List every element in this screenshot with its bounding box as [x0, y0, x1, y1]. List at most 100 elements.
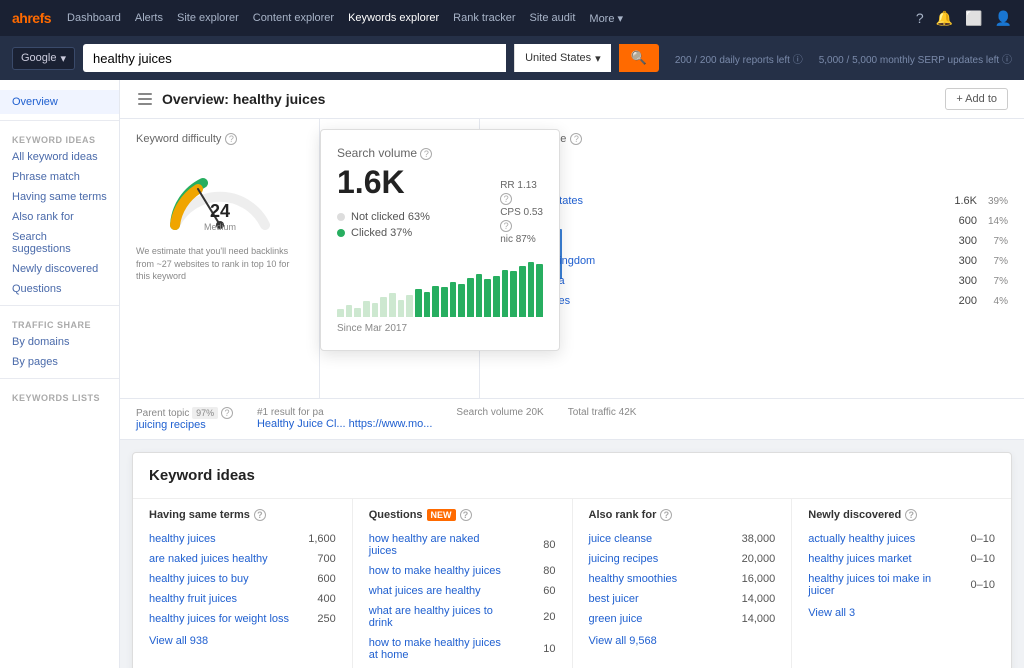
ki-keyword-link[interactable]: green juice: [589, 613, 643, 625]
ki-keyword-link[interactable]: healthy juices market: [808, 553, 911, 565]
rr-help-icon[interactable]: ?: [500, 193, 512, 205]
ki-row: are naked juices healthy 700: [149, 549, 336, 569]
country-pct: 7%: [983, 256, 1008, 267]
nav-more[interactable]: More ▾: [589, 12, 623, 25]
sidebar-item-also-rank-for[interactable]: Also rank for: [0, 207, 119, 227]
search-info-daily: 200 / 200 daily reports left ⓘ: [675, 51, 803, 66]
sidebar-item-search-suggestions[interactable]: Search suggestions: [0, 227, 119, 259]
hamburger-icon[interactable]: [136, 91, 154, 107]
ki-keyword-link[interactable]: are naked juices healthy: [149, 553, 268, 565]
parent-topic-result: #1 result for pa Healthy Juice Cl... htt…: [257, 407, 432, 431]
ki-view-all-link[interactable]: View all 938: [149, 629, 336, 653]
bell-icon[interactable]: 🔔: [936, 10, 953, 27]
country-value: 600: [947, 215, 977, 227]
keyword-search-input[interactable]: [83, 44, 506, 72]
ki-keyword-link[interactable]: how to make healthy juices at home: [369, 637, 511, 661]
sidebar-item-by-pages[interactable]: By pages: [0, 352, 119, 372]
country-name[interactable]: United Kingdom: [517, 255, 941, 267]
sidebar-section-traffic-share: TRAFFIC SHARE: [0, 312, 119, 332]
parent-topic-result-link[interactable]: Healthy Juice Cl... https://www.mo...: [257, 418, 432, 430]
ki-keyword-value: 400: [291, 593, 336, 605]
ki-keyword-link[interactable]: healthy smoothies: [589, 573, 678, 585]
add-to-button[interactable]: + Add to: [945, 88, 1008, 110]
ki-keyword-link[interactable]: juicing recipes: [589, 553, 659, 565]
country-name[interactable]: Philippines: [517, 295, 941, 307]
svg-text:24: 24: [209, 201, 229, 221]
metrics-row: Keyword difficulty ? 24: [120, 119, 1024, 399]
search-source-select[interactable]: Google ▾: [12, 47, 75, 70]
country-name[interactable]: United States: [517, 195, 941, 207]
ki-help-icon[interactable]: ?: [660, 509, 672, 521]
help-icon[interactable]: ?: [916, 10, 924, 26]
country-name[interactable]: India: [517, 215, 941, 227]
sidebar-item-having-same-terms[interactable]: Having same terms: [0, 187, 119, 207]
global-country-row: 🇮🇩 Indonesia 300 7%: [496, 271, 1008, 291]
kd-help-icon[interactable]: ?: [225, 133, 237, 145]
ki-view-all-link[interactable]: View all 9,568: [589, 629, 776, 653]
sv-bar: [337, 309, 344, 317]
overview-header: Overview: healthy juices + Add to: [120, 80, 1024, 119]
ki-row: actually healthy juices 0–10: [808, 529, 995, 549]
country-name[interactable]: Australia: [517, 235, 941, 247]
parent-topic-section: Parent topic 97% ? juicing recipes: [136, 407, 233, 431]
sidebar-item-all-keyword-ideas[interactable]: All keyword ideas: [0, 147, 119, 167]
cps-help-icon[interactable]: ?: [500, 220, 512, 232]
keyword-ideas-columns: Having same terms ?healthy juices 1,600a…: [133, 499, 1011, 668]
sv-bar: [528, 262, 535, 317]
ki-row: how healthy are naked juices 80: [369, 529, 556, 561]
ki-keyword-link[interactable]: what juices are healthy: [369, 585, 481, 597]
not-clicked-dot: [337, 213, 345, 221]
sv-bar: [450, 282, 457, 317]
user-icon[interactable]: 👤: [995, 10, 1012, 27]
ki-keyword-link[interactable]: healthy juices toi make in juicer: [808, 573, 950, 597]
ki-keyword-link[interactable]: best juicer: [589, 593, 639, 605]
parent-topic-link[interactable]: juicing recipes: [136, 419, 233, 431]
country-value: 1.6K: [947, 195, 977, 207]
sidebar-item-questions[interactable]: Questions: [0, 279, 119, 299]
ki-keyword-value: 80: [511, 539, 556, 551]
sv-stats: Not clicked 63% Clicked 37%: [337, 211, 430, 239]
country-name[interactable]: Indonesia: [517, 275, 941, 287]
nav-site-audit[interactable]: Site audit: [530, 12, 576, 25]
nav-rank-tracker[interactable]: Rank tracker: [453, 12, 515, 25]
sidebar-item-by-domains[interactable]: By domains: [0, 332, 119, 352]
ki-keyword-link[interactable]: healthy juices for weight loss: [149, 613, 289, 625]
nav-keywords-explorer[interactable]: Keywords explorer: [348, 12, 439, 25]
ki-keyword-value: 20,000: [730, 553, 775, 565]
ki-keyword-link[interactable]: healthy fruit juices: [149, 593, 237, 605]
ki-keyword-link[interactable]: healthy juices to buy: [149, 573, 249, 585]
sidebar-item-newly-discovered[interactable]: Newly discovered: [0, 259, 119, 279]
ki-help-icon[interactable]: ?: [905, 509, 917, 521]
nav-dashboard[interactable]: Dashboard: [67, 12, 121, 25]
country-select[interactable]: United States ▾: [514, 44, 611, 72]
ki-keyword-link[interactable]: actually healthy juices: [808, 533, 915, 545]
nav-alerts[interactable]: Alerts: [135, 12, 163, 25]
global-volume-card: Global volume ? 4.1K 🇺🇸 United States 1.…: [480, 119, 1024, 398]
ki-help-icon[interactable]: ?: [460, 509, 472, 521]
ki-keyword-link[interactable]: healthy juices: [149, 533, 216, 545]
ki-keyword-link[interactable]: how to make healthy juices: [369, 565, 501, 577]
sv-not-clicked: Not clicked 63%: [337, 211, 430, 223]
sv-bar: [502, 270, 509, 317]
gauge-svg: 24 Medium: [160, 155, 280, 235]
nav-site-explorer[interactable]: Site explorer: [177, 12, 239, 25]
screen-icon[interactable]: ⬜: [965, 10, 982, 27]
sv-help-icon[interactable]: ?: [420, 148, 432, 160]
country-value: 300: [947, 275, 977, 287]
ki-help-icon[interactable]: ?: [254, 509, 266, 521]
pt-help-icon[interactable]: ?: [221, 407, 233, 419]
gv-help-icon[interactable]: ?: [570, 133, 582, 145]
ki-view-all-link[interactable]: View all 3: [808, 601, 995, 625]
ki-keyword-link[interactable]: what are healthy juices to drink: [369, 605, 511, 629]
search-button[interactable]: 🔍: [619, 44, 659, 72]
new-badge: NEW: [427, 509, 456, 521]
ki-keyword-value: 20: [511, 611, 556, 623]
nav-content-explorer[interactable]: Content explorer: [253, 12, 334, 25]
search-volume-popup: Search volume ? 1.6K Not clicked 63% Cli…: [320, 129, 560, 351]
ki-keyword-link[interactable]: juice cleanse: [589, 533, 653, 545]
ki-keyword-link[interactable]: how healthy are naked juices: [369, 533, 511, 557]
page-title: Overview: healthy juices: [162, 91, 325, 107]
sidebar-divider: [0, 120, 119, 121]
sidebar-tab-overview[interactable]: Overview: [0, 90, 119, 114]
sidebar-item-phrase-match[interactable]: Phrase match: [0, 167, 119, 187]
